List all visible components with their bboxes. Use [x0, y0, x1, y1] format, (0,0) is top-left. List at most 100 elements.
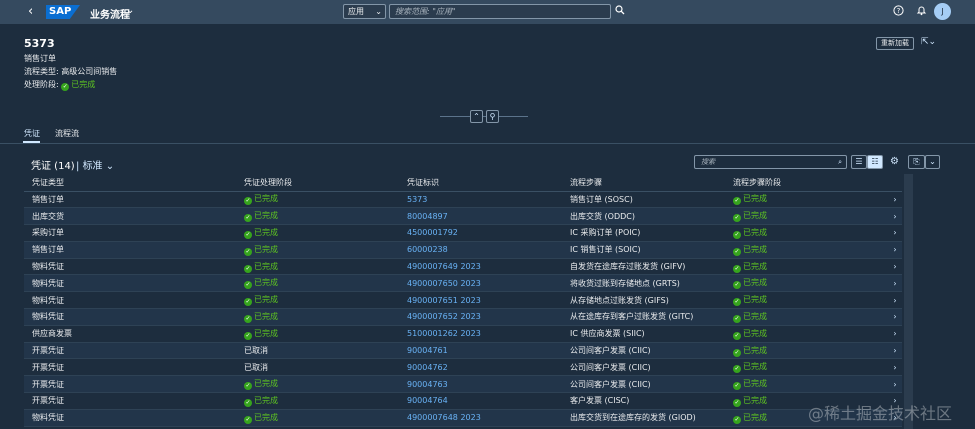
document-stage: 已完成 — [254, 194, 278, 204]
export-menu-button[interactable]: ⌄ — [925, 155, 940, 169]
chevron-right-icon[interactable]: › — [888, 308, 902, 326]
document-id-link[interactable]: 4900007651 2023 — [399, 291, 562, 310]
table-view-button[interactable]: ☰ — [851, 155, 867, 169]
document-id-link[interactable]: 4900007652 2023 — [399, 308, 562, 326]
cell-document-stage: ✓ 已完成 — [236, 409, 399, 427]
chevron-right-icon[interactable]: › — [888, 375, 902, 394]
table-search-input[interactable]: 搜索 ⌕ — [694, 155, 847, 169]
table-row[interactable]: 物料凭证 ✓ 已完成 4900007648 2023 出库交货到在途库存的发货 (GIO… — [24, 409, 902, 427]
back-icon[interactable]: ‹ — [28, 5, 33, 18]
table-row[interactable]: 物料凭证 ✓ 已完成 4900007649 2023 自发货在途库存过账发货 (GIFV… — [24, 258, 902, 276]
table-row[interactable]: 物料凭证 ✓ 已完成 4900007652 2023 从在途库存到客户过账发货 (GIT… — [24, 308, 902, 326]
sap-logo[interactable]: SAP — [46, 5, 80, 19]
cell-step-stage: ✓ 已完成 — [725, 358, 888, 377]
document-id-link[interactable]: 90004763 — [399, 375, 562, 394]
pin-header-button[interactable]: ⚲ — [486, 110, 499, 123]
table-row[interactable]: 开票凭证 已取消 90004762 公司间客户发票 (CIIC) ✓ 已完成 › — [24, 358, 902, 377]
tree-view-button[interactable]: ☷ — [867, 155, 883, 169]
cell-document-stage: ✓ 已完成 — [236, 274, 399, 293]
step-stage: 已完成 — [743, 379, 767, 389]
reload-button[interactable]: 重新加载 — [876, 37, 914, 50]
document-id-link[interactable]: 4900007650 2023 — [399, 274, 562, 293]
cell-document-stage: ✓ 已完成 — [236, 191, 399, 209]
vertical-scrollbar[interactable] — [904, 174, 913, 429]
collapse-header-button[interactable]: ⌃ — [470, 110, 483, 123]
check-circle-icon: ✓ — [244, 298, 252, 307]
document-id-link[interactable]: 4500001792 — [399, 224, 562, 242]
app-title[interactable]: 业务流程 — [90, 6, 130, 21]
column-header-document-stage[interactable]: 凭证处理阶段 — [236, 174, 399, 192]
document-id-link[interactable]: 5100001262 2023 — [399, 325, 562, 343]
document-id-link[interactable]: 80004897 — [399, 207, 562, 226]
table-row[interactable]: 物料凭证 ✓ 已完成 4900007650 2023 将收货过账到存储地点 (GRTS)… — [24, 274, 902, 293]
global-search-input[interactable]: 搜索范围: "应用" — [389, 4, 611, 19]
cell-process-step: 从存储地点过账发货 (GIFS) — [562, 291, 725, 310]
column-header-document-type[interactable]: 凭证类型 — [24, 174, 191, 192]
notification-bell-icon[interactable] — [916, 5, 927, 19]
step-stage: 已完成 — [743, 311, 767, 321]
table-row[interactable]: 开票凭证 已取消 90004761 公司间客户发票 (CIIC) ✓ 已完成 › — [24, 342, 902, 360]
document-id-link[interactable]: 5373 — [399, 191, 562, 209]
document-id-link[interactable]: 90004762 — [399, 358, 562, 377]
chevron-right-icon[interactable]: › — [888, 258, 902, 276]
chevron-down-icon[interactable]: ⌄ — [126, 5, 134, 16]
processing-stage-attribute: 处理阶段: ✓ 已完成 — [24, 79, 95, 91]
check-circle-icon: ✓ — [733, 230, 741, 239]
chevron-right-icon[interactable]: › — [888, 358, 902, 377]
table-row[interactable]: 供应商发票 ✓ 已完成 5100001262 2023 IC 供应商发票 (SIIC) ✓… — [24, 325, 902, 343]
chevron-right-icon[interactable]: › — [888, 207, 902, 226]
check-circle-icon: ✓ — [733, 247, 741, 256]
cell-step-stage: ✓ 已完成 — [725, 342, 888, 360]
cell-document-stage: ✓ 已完成 — [236, 291, 399, 310]
help-icon[interactable]: ? — [893, 5, 904, 19]
document-id-link[interactable]: 4900007648 2023 — [399, 409, 562, 427]
table-row[interactable]: 出库交货 ✓ 已完成 80004897 出库交货 (ODDC) ✓ 已完成 › — [24, 207, 902, 226]
table-row[interactable]: 开票凭证 ✓ 已完成 90004764 客户发票 (CISC) ✓ 已完成 › — [24, 392, 902, 410]
cell-process-step: 销售订单 (SOSC) — [562, 191, 725, 209]
cell-spacer — [191, 358, 236, 377]
check-circle-icon: ✓ — [244, 331, 252, 340]
variant-selector[interactable]: | 标准 ⌄ — [76, 157, 114, 172]
check-circle-icon: ✓ — [244, 247, 252, 256]
settings-gear-icon[interactable]: ⚙ — [890, 156, 899, 167]
column-header-document-id[interactable]: 凭证标识 — [399, 174, 562, 192]
document-id-link[interactable]: 90004761 — [399, 342, 562, 360]
chevron-right-icon[interactable]: › — [888, 325, 902, 343]
table-row[interactable]: 开票凭证 ✓ 已完成 90004763 公司间客户发票 (CIIC) ✓ 已完成 › — [24, 375, 902, 394]
document-id-link[interactable]: 60000238 — [399, 241, 562, 259]
chevron-right-icon[interactable]: › — [888, 241, 902, 259]
chevron-right-icon[interactable]: › — [888, 291, 902, 310]
cell-document-type: 出库交货 — [24, 207, 191, 226]
table-row[interactable]: 物料凭证 ✓ 已完成 4900007651 2023 从存储地点过账发货 (GIFS) ✓… — [24, 291, 902, 310]
tab-documents[interactable]: 凭证 — [24, 128, 40, 139]
column-header-process-step[interactable]: 流程步骤 — [562, 174, 725, 192]
search-icon[interactable]: ⌕ — [838, 156, 842, 168]
column-header-step-stage[interactable]: 流程步骤阶段 — [725, 174, 888, 192]
tab-process-flow[interactable]: 流程流 — [55, 128, 79, 139]
check-circle-icon: ✓ — [733, 264, 741, 273]
cell-document-type: 销售订单 — [24, 191, 191, 209]
table-row[interactable]: 采购订单 ✓ 已完成 4500001792 IC 采购订单 (POIC) ✓ 已完成 › — [24, 224, 902, 242]
chevron-right-icon[interactable]: › — [888, 274, 902, 293]
cell-document-stage: ✓ 已完成 — [236, 375, 399, 394]
export-button[interactable]: ⎘ — [908, 155, 925, 169]
step-stage: 已完成 — [743, 362, 767, 372]
search-scope-select[interactable]: 应用 ⌄ — [343, 4, 386, 19]
avatar[interactable]: J — [934, 3, 951, 20]
document-id-link[interactable]: 4900007649 2023 — [399, 258, 562, 276]
search-icon[interactable] — [615, 5, 625, 18]
chevron-right-icon[interactable]: › — [888, 191, 902, 209]
shell-bar: ‹ SAP 业务流程 ⌄ 应用 ⌄ 搜索范围: "应用" ? J — [0, 0, 975, 24]
cell-document-stage: ✓ 已完成 — [236, 392, 399, 410]
step-stage: 已完成 — [743, 261, 767, 271]
table-row[interactable]: 销售订单 ✓ 已完成 60000238 IC 销售订单 (SOIC) ✓ 已完成 › — [24, 241, 902, 259]
check-circle-icon: ✓ — [244, 197, 252, 206]
table-row[interactable]: 销售订单 ✓ 已完成 5373 销售订单 (SOSC) ✓ 已完成 › — [24, 191, 902, 209]
page-subtitle: 销售订单 — [24, 54, 56, 63]
document-id-link[interactable]: 90004764 — [399, 392, 562, 410]
chevron-right-icon[interactable]: › — [888, 224, 902, 242]
document-stage: 已完成 — [254, 295, 278, 305]
cell-spacer — [191, 191, 236, 209]
share-icon[interactable]: ⇱⌄ — [921, 37, 936, 47]
chevron-right-icon[interactable]: › — [888, 342, 902, 360]
